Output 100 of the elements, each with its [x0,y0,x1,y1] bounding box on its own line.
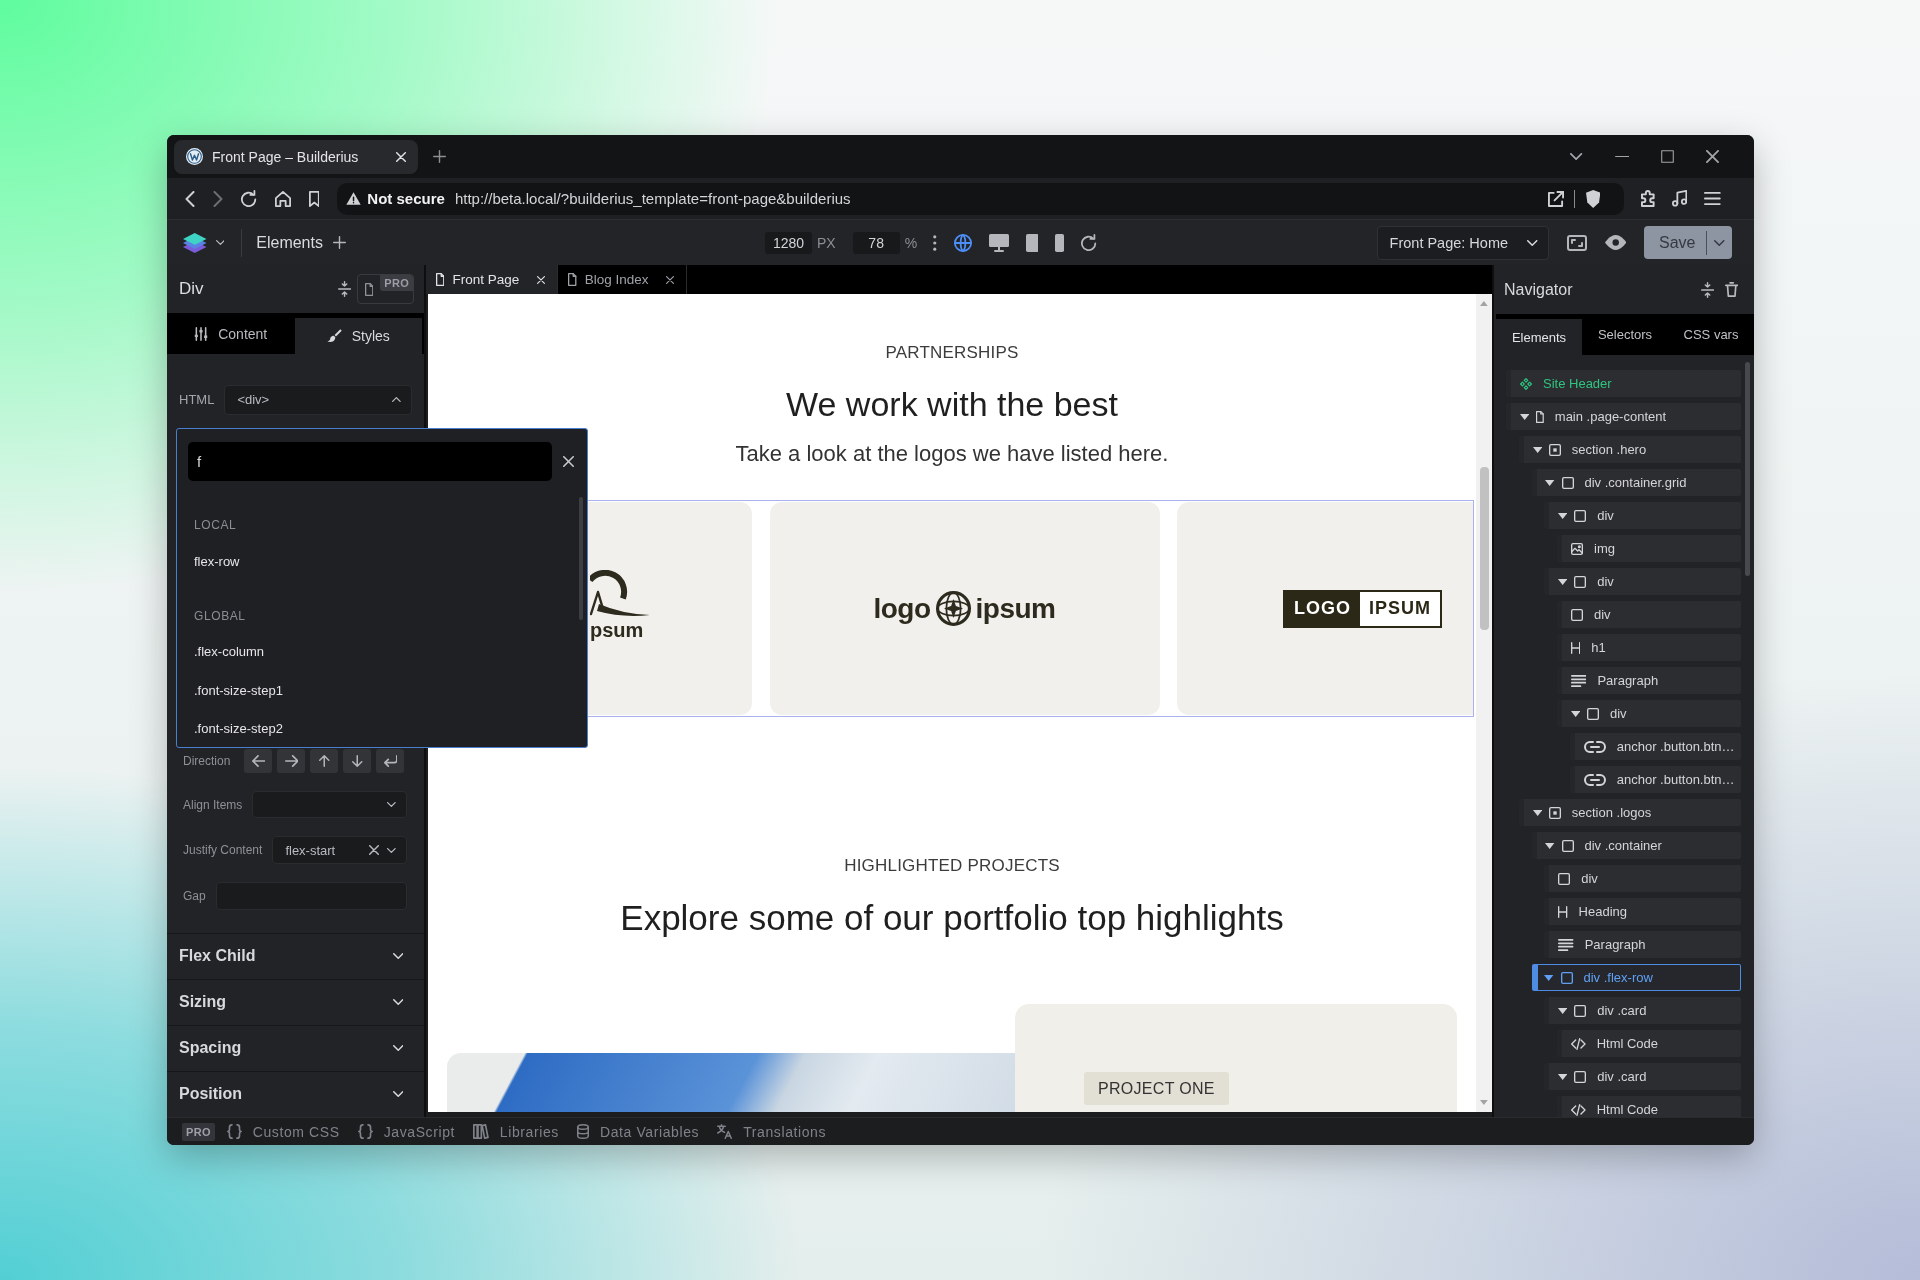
caret-down-icon[interactable] [1558,1007,1568,1014]
status-item[interactable]: Custom CSS [226,1123,340,1140]
collapse-icon[interactable] [1700,281,1714,298]
caret-down-icon[interactable] [1570,710,1581,717]
arrow-down-icon [352,754,363,767]
tablet-icon[interactable] [1025,233,1039,252]
close-icon[interactable] [1706,150,1719,163]
collapse-icon[interactable] [337,281,351,297]
square-icon [1587,707,1599,720]
reload-icon[interactable] [241,190,257,207]
panel-tab[interactable]: Selectors [1582,314,1668,355]
caret-down-icon[interactable] [1558,578,1568,585]
panel-tab[interactable]: CSS vars [1668,314,1754,355]
desktop-icon[interactable] [988,233,1009,252]
eyebrow-text: PARTNERSHIPS [885,342,1019,364]
close-icon[interactable] [563,456,574,467]
html-tag-select[interactable]: <div> [224,385,412,415]
shield-icon[interactable] [1585,189,1601,208]
panel-tab[interactable]: Styles [294,318,422,354]
address-field[interactable]: Not secure http://beta.local/?builderius_template=front-page&builderius [337,182,1625,215]
direction-button[interactable] [244,748,273,773]
caret-down-icon[interactable] [1545,479,1555,486]
minimize-icon[interactable] [1614,155,1629,158]
eye-icon[interactable] [1604,235,1626,250]
panel-tab[interactable]: Elements [1496,319,1582,355]
arrow-up-icon [319,754,330,767]
status-item[interactable]: Translations [717,1123,827,1140]
class-option[interactable]: .font-size-step1 [194,671,579,710]
class-option[interactable]: .flex-column [194,632,579,671]
clear-icon[interactable] [369,845,380,856]
page-tab[interactable]: Front Page [426,265,559,294]
refresh-icon[interactable] [1081,234,1097,251]
maximize-icon[interactable] [1661,150,1674,163]
more-icon[interactable] [933,234,937,251]
section-header[interactable]: Spacing [167,1025,424,1071]
code-icon [1571,1037,1586,1050]
music-note-icon[interactable] [1671,190,1688,207]
scrollbar-thumb[interactable] [1745,362,1750,576]
home-icon[interactable] [274,190,291,207]
security-label[interactable]: Not secure [367,190,445,207]
direction-button[interactable] [277,748,306,773]
new-tab-icon[interactable] [433,150,446,163]
chevron-down-icon[interactable] [215,240,225,245]
status-item[interactable]: Data Variables [576,1123,700,1140]
css-button[interactable]: PRO [357,274,414,304]
caret-down-icon[interactable] [1558,512,1568,519]
caret-down-icon[interactable] [1545,842,1555,849]
caret-down-icon[interactable] [1558,1073,1568,1080]
caret-down-icon[interactable] [1519,413,1530,420]
field-label: Direction [183,753,231,768]
browser-tab[interactable]: Front Page – Builderius [174,139,418,174]
fullscreen-icon[interactable] [1566,234,1587,251]
select-field[interactable]: flex-start [272,836,407,865]
plus-icon[interactable] [332,236,346,249]
heading-icon [1571,641,1581,654]
status-item[interactable]: JavaScript [357,1123,456,1140]
back-icon[interactable] [185,190,195,207]
tree-item[interactable]: div .flex-row [1531,964,1741,991]
direction-button[interactable] [376,748,405,773]
database-icon [576,1124,589,1139]
class-option[interactable]: .font-size-step2 [194,709,579,747]
chevron-down-icon[interactable] [1570,153,1583,160]
class-search-field[interactable]: f [188,442,552,481]
width-field[interactable]: 1280 [764,231,812,254]
forward-icon[interactable] [213,190,223,207]
logo-text: ipsum [975,592,1056,625]
square-icon [1574,509,1587,522]
eyebrow-text: HIGHLIGHTED PROJECTS [844,855,1060,877]
direction-button[interactable] [343,748,372,773]
class-option[interactable]: flex-row [194,542,579,581]
menu-icon[interactable] [1704,192,1721,205]
puzzle-icon[interactable] [1641,190,1655,207]
select-field[interactable] [252,790,407,819]
trash-icon[interactable] [1724,282,1738,297]
save-button[interactable]: Save [1644,226,1732,259]
panel-tab[interactable]: Content [167,313,295,354]
globe-icon[interactable] [953,233,972,252]
status-item[interactable]: Libraries [473,1123,559,1140]
phone-icon[interactable] [1055,233,1065,252]
section-header[interactable]: Flex Child [167,933,424,979]
translate-icon [717,1124,733,1139]
section-header[interactable]: Sizing [167,979,424,1025]
caret-down-icon[interactable] [1544,974,1554,981]
scrollbar-thumb[interactable] [579,497,583,620]
template-select[interactable]: Front Page: Home [1376,225,1549,260]
section-header[interactable]: Position [167,1071,424,1117]
project-tag: PROJECT ONE [1084,1072,1229,1105]
logo-text: logo [873,592,931,625]
layers-icon[interactable] [183,232,207,253]
elements-button[interactable]: Elements [256,233,323,252]
bookmark-icon[interactable] [308,190,320,207]
zoom-field[interactable]: 78 [852,231,900,254]
scrollbar-thumb[interactable] [1479,467,1489,630]
share-icon[interactable] [1547,190,1564,207]
caret-down-icon[interactable] [1532,809,1542,816]
caret-down-icon[interactable] [1532,446,1542,453]
direction-button[interactable] [310,748,339,773]
close-icon[interactable] [666,275,675,284]
section-icon [1548,443,1561,456]
chevron-down-icon[interactable] [1714,239,1725,246]
